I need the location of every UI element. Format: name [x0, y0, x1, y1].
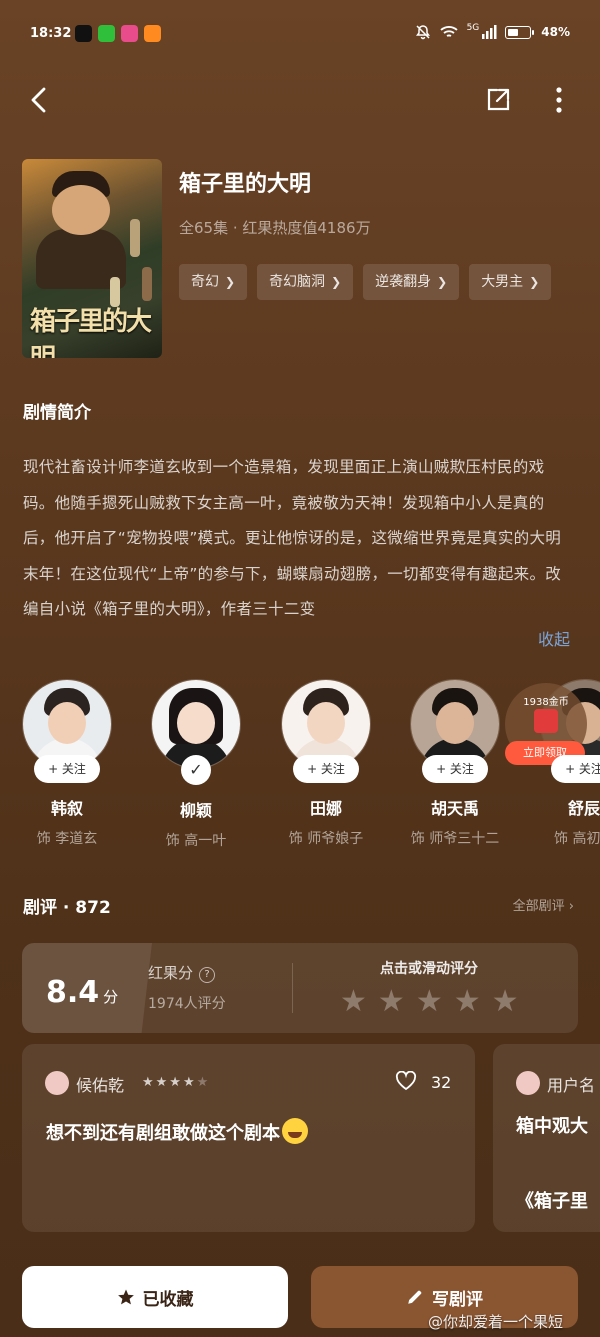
tag-item[interactable]: 大男主 ❯	[469, 264, 552, 300]
drama-title: 箱子里的大明	[179, 172, 312, 197]
back-icon[interactable]	[28, 86, 50, 114]
review-card[interactable]: 用户名 箱中观大 《箱子里	[493, 1044, 600, 1232]
drama-meta: 全65集 · 红果热度值4186万	[179, 219, 371, 237]
star-filled-icon	[117, 1289, 134, 1305]
poster-image[interactable]: 箱子里的大明	[22, 159, 162, 358]
cast-item[interactable]: + 关注 胡天禹 饰 师爷三十二	[400, 679, 510, 848]
review-stars: ★★★★★	[142, 1075, 211, 1090]
follow-button[interactable]: + 关注	[34, 755, 100, 783]
follow-button[interactable]: + 关注	[293, 755, 359, 783]
cast-item[interactable]: + 关注 田娜 饰 师爷娘子	[271, 679, 381, 848]
score-value: 8.4 分	[46, 975, 119, 1010]
star-icon[interactable]: ★	[416, 984, 443, 1019]
cast-role: 饰 高初	[554, 831, 600, 847]
chevron-right-icon: ❯	[529, 275, 540, 289]
cast-name: 柳颖	[179, 801, 212, 820]
help-icon[interactable]: ?	[199, 967, 216, 983]
like-count: 32	[431, 1073, 452, 1092]
all-reviews-link[interactable]: 全部剧评 ›	[513, 895, 574, 914]
review-text: 想不到还有剧组敢做这个剧本	[46, 1118, 308, 1145]
collapse-button[interactable]: 收起	[538, 626, 570, 650]
cast-name: 胡天禹	[430, 799, 479, 818]
cast-name: 舒辰	[568, 799, 600, 818]
review-user: 用户名	[547, 1076, 596, 1095]
follow-button[interactable]: + 关注	[551, 755, 600, 783]
more-icon[interactable]	[554, 87, 564, 113]
review-text: 箱中观大	[516, 1116, 588, 1137]
cast-role: 饰 师爷三十二	[410, 831, 500, 847]
chevron-right-icon: ❯	[331, 275, 342, 289]
signal-label: 5G	[466, 23, 480, 33]
video-app-icon	[121, 25, 138, 42]
play-app-icon	[144, 25, 161, 42]
review-text-2: 《箱子里	[516, 1191, 588, 1212]
coin-amount: 1938金币	[523, 697, 569, 708]
chevron-right-icon: ❯	[437, 275, 448, 289]
pencil-icon	[408, 1290, 422, 1304]
status-indicators: 5G 48%	[415, 23, 570, 40]
rating-stars[interactable]: ★ ★ ★ ★ ★	[340, 984, 519, 1019]
crying-emoji-icon	[282, 1118, 308, 1144]
avatar	[45, 1071, 69, 1095]
tag-item[interactable]: 奇幻 ❯	[179, 264, 248, 300]
star-icon[interactable]: ★	[340, 984, 367, 1019]
cast-role: 饰 李道玄	[36, 831, 98, 847]
poster-title: 箱子里的大明	[30, 307, 152, 358]
avatar	[516, 1071, 540, 1095]
cast-name: 韩叙	[50, 799, 83, 818]
coin-reward-popup[interactable]: 1938金币 立即领取	[505, 683, 587, 765]
chevron-right-icon: ›	[568, 899, 574, 914]
rater-count: 1974人评分	[148, 996, 226, 1012]
share-icon[interactable]	[485, 87, 511, 113]
star-icon[interactable]: ★	[454, 984, 481, 1019]
cast-item[interactable]: + 关注 韩叙 饰 李道玄	[12, 679, 122, 848]
tag-item[interactable]: 奇幻脑洞 ❯	[257, 264, 354, 300]
battery-percent: 48%	[541, 25, 570, 39]
watermark: @你却爱着一个果短	[428, 1313, 564, 1331]
rate-hint: 点击或滑动评分	[380, 961, 478, 977]
heart-icon[interactable]	[395, 1071, 417, 1091]
tag-list: 奇幻 ❯ 奇幻脑洞 ❯ 逆袭翻身 ❯ 大男主 ❯	[179, 264, 552, 300]
cast-role: 饰 高一叶	[165, 833, 227, 849]
star-icon[interactable]: ★	[492, 984, 519, 1019]
signal-icon	[482, 25, 497, 39]
chevron-right-icon: ❯	[225, 275, 236, 289]
tag-item[interactable]: 逆袭翻身 ❯	[363, 264, 460, 300]
favorite-button[interactable]: 已收藏	[22, 1266, 288, 1328]
tiktok-app-icon	[75, 25, 92, 42]
following-check-button[interactable]: ✓	[181, 755, 211, 785]
synopsis-text: 现代社畜设计师李道玄收到一个造景箱，发现里面正上演山贼欺压村民的戏码。他随手摁死…	[23, 458, 562, 618]
review-card[interactable]: 候佑乾 ★★★★★ 32 想不到还有剧组敢做这个剧本	[22, 1044, 475, 1232]
star-icon[interactable]: ★	[378, 984, 405, 1019]
mute-icon	[415, 25, 430, 40]
battery-icon	[505, 25, 535, 39]
chat-app-icon	[98, 25, 115, 42]
follow-button[interactable]: + 关注	[422, 755, 488, 783]
cast-item[interactable]: ✓ 柳颖 饰 高一叶	[141, 679, 251, 850]
wifi-icon	[439, 26, 458, 37]
reviews-heading: 剧评 · 872	[23, 898, 111, 918]
status-time: 18:32	[30, 26, 72, 41]
red-envelope-icon	[534, 709, 558, 733]
review-user: 候佑乾	[76, 1076, 125, 1095]
divider	[292, 963, 293, 1013]
cast-name: 田娜	[309, 799, 342, 818]
cast-role: 饰 师爷娘子	[288, 831, 364, 847]
synopsis-heading: 剧情简介	[23, 403, 91, 423]
score-label: 红果分?	[148, 962, 216, 983]
